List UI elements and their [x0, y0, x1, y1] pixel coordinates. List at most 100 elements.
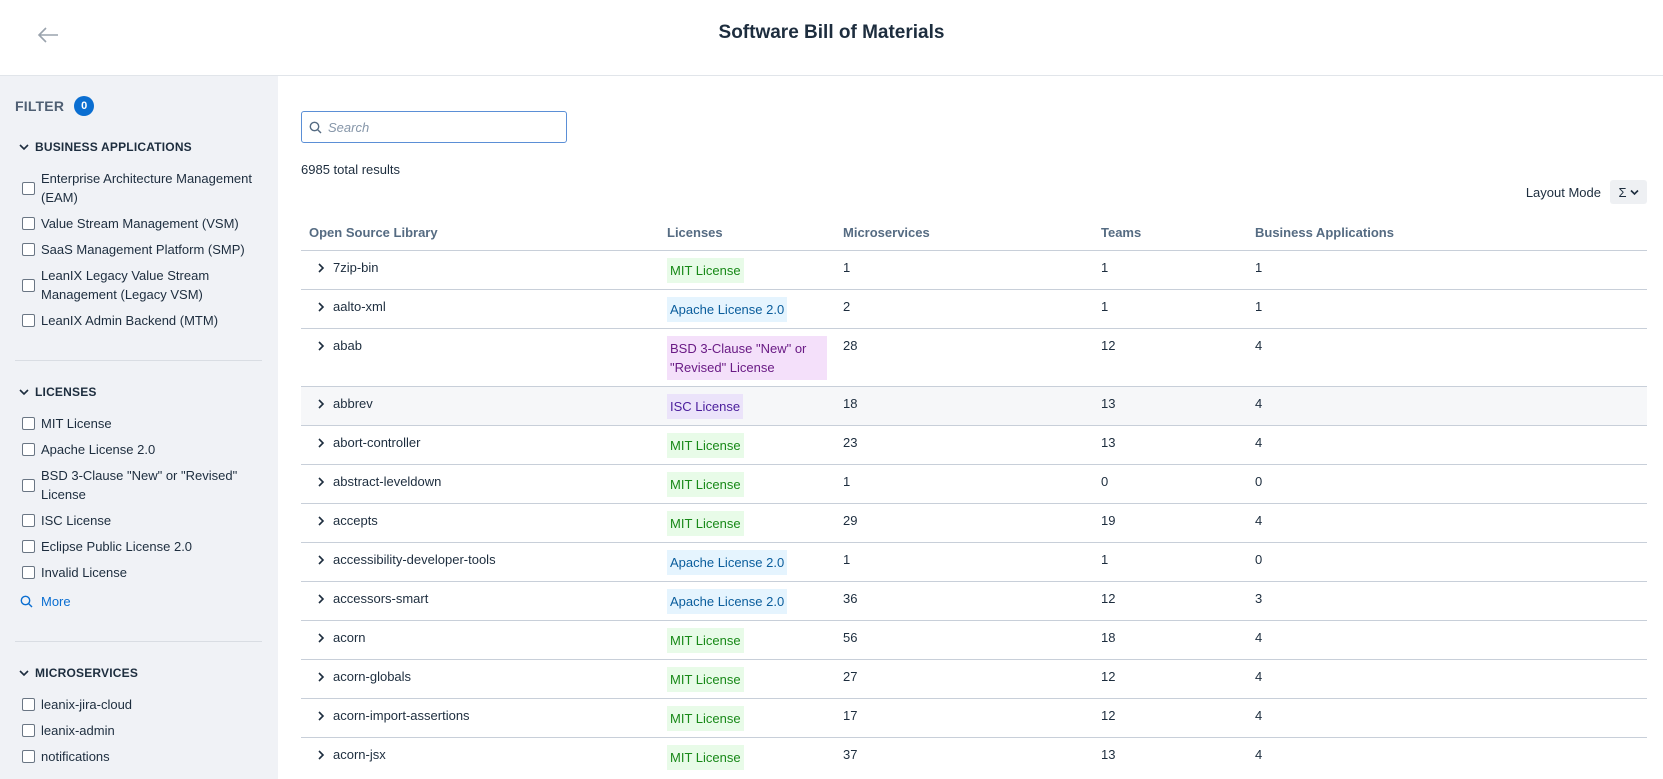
chevron-right-icon[interactable]: [315, 671, 327, 683]
table-row[interactable]: acorn-jsx MIT License 37 13 4: [301, 737, 1647, 776]
checkbox[interactable]: [22, 243, 35, 256]
chevron-right-icon[interactable]: [315, 593, 327, 605]
license-cell: MIT License: [667, 621, 843, 659]
table-row[interactable]: abstract-leveldown MIT License 1 0 0: [301, 464, 1647, 503]
chevron-right-icon[interactable]: [315, 632, 327, 644]
teams-count: 12: [1101, 591, 1116, 606]
checkbox[interactable]: [22, 540, 35, 553]
filter-option[interactable]: LeanIX Admin Backend (MTM): [0, 311, 278, 330]
filter-option[interactable]: BSD 3-Clause "New" or "Revised" License: [0, 466, 278, 504]
library-cell[interactable]: abab: [301, 329, 667, 386]
library-cell[interactable]: acorn-jsx: [301, 738, 667, 776]
library-cell[interactable]: acorn-globals: [301, 660, 667, 698]
filter-option-label: LeanIX Legacy Value Stream Management (L…: [41, 268, 210, 302]
checkbox[interactable]: [22, 750, 35, 763]
column-header-teams[interactable]: Teams: [1101, 225, 1255, 240]
chevron-right-icon[interactable]: [315, 437, 327, 449]
chevron-right-icon[interactable]: [315, 710, 327, 722]
checkbox[interactable]: [22, 181, 35, 195]
chevron-right-icon[interactable]: [315, 515, 327, 527]
filter-option[interactable]: leanix-admin: [0, 721, 278, 740]
filter-option[interactable]: Value Stream Management (VSM): [0, 214, 278, 233]
filter-option[interactable]: Enterprise Architecture Management (EAM): [0, 169, 278, 207]
checkbox[interactable]: [22, 478, 35, 492]
table-row[interactable]: 7zip-bin MIT License 1 1 1: [301, 250, 1647, 289]
checkbox[interactable]: [22, 217, 35, 230]
library-cell[interactable]: acorn-import-assertions: [301, 699, 667, 737]
library-cell[interactable]: abstract-leveldown: [301, 465, 667, 503]
search-input[interactable]: [328, 119, 548, 135]
filter-option[interactable]: leanix-jira-cloud: [0, 695, 278, 714]
library-cell[interactable]: aalto-xml: [301, 290, 667, 328]
business-applications-count: 4: [1255, 669, 1263, 684]
table-row[interactable]: accessibility-developer-tools Apache Lice…: [301, 542, 1647, 581]
filter-option[interactable]: MIT License: [0, 414, 278, 433]
section-title: LICENSES: [35, 385, 97, 399]
main-content: 6985 total results Layout Mode Σ Open So…: [278, 76, 1663, 779]
filter-option-label: Invalid License: [41, 565, 127, 580]
table-row[interactable]: aalto-xml Apache License 2.0 2 1 1: [301, 289, 1647, 328]
checkbox[interactable]: [22, 514, 35, 527]
library-cell[interactable]: acorn: [301, 621, 667, 659]
filter-option[interactable]: Invalid License: [0, 563, 278, 582]
library-cell[interactable]: abbrev: [301, 387, 667, 425]
filter-option[interactable]: Apache License 2.0: [0, 440, 278, 459]
chevron-right-icon[interactable]: [315, 340, 327, 352]
teams-count: 13: [1101, 747, 1116, 762]
checkbox[interactable]: [22, 278, 35, 292]
chevron-right-icon[interactable]: [315, 749, 327, 761]
table-row[interactable]: acorn-globals MIT License 27 12 4: [301, 659, 1647, 698]
filter-option[interactable]: Eclipse Public License 2.0: [0, 537, 278, 556]
filter-sidebar: FILTER 0 BUSINESS APPLICATIONS Enterpris…: [0, 76, 278, 779]
table-row[interactable]: acorn-import-assertions MIT License 17 12 4: [301, 698, 1647, 737]
section-toggle-licenses[interactable]: LICENSES: [0, 382, 278, 402]
checkbox[interactable]: [22, 443, 35, 456]
library-cell[interactable]: accessibility-developer-tools: [301, 543, 667, 581]
library-cell[interactable]: accepts: [301, 504, 667, 542]
license-cell: BSD 3-Clause "New" or "Revised" License: [667, 329, 843, 386]
filter-header: FILTER 0: [15, 96, 95, 116]
business-applications-count: 4: [1255, 747, 1263, 762]
library-cell[interactable]: 7zip-bin: [301, 251, 667, 289]
chevron-right-icon[interactable]: [315, 301, 327, 313]
checkbox[interactable]: [22, 566, 35, 579]
section-toggle-microservices[interactable]: MICROSERVICES: [0, 663, 278, 683]
filter-option-label: MIT License: [41, 416, 112, 431]
library-cell[interactable]: accessors-smart: [301, 582, 667, 620]
checkbox[interactable]: [22, 724, 35, 737]
checkbox[interactable]: [22, 698, 35, 711]
chevron-right-icon[interactable]: [315, 554, 327, 566]
layout-mode-dropdown[interactable]: Σ: [1610, 180, 1647, 204]
more-licenses-link[interactable]: More: [0, 594, 278, 609]
filter-option[interactable]: SaaS Management Platform (SMP): [0, 240, 278, 259]
filter-option-label: Eclipse Public License 2.0: [41, 539, 193, 554]
table-row[interactable]: abort-controller MIT License 23 13 4: [301, 425, 1647, 464]
teams-count: 12: [1101, 669, 1116, 684]
chevron-right-icon[interactable]: [315, 262, 327, 274]
table-row[interactable]: abab BSD 3-Clause "New" or "Revised" Lice…: [301, 328, 1647, 386]
chevron-down-icon: [19, 144, 29, 151]
business-applications-count: 0: [1255, 552, 1263, 567]
more-link-label: More: [41, 594, 71, 609]
microservices-count: 28: [843, 338, 858, 353]
library-cell[interactable]: abort-controller: [301, 426, 667, 464]
table-row[interactable]: abbrev ISC License 18 13 4: [301, 386, 1647, 425]
search-box[interactable]: [301, 111, 567, 143]
column-header-microservices[interactable]: Microservices: [843, 225, 1101, 240]
table-row[interactable]: accepts MIT License 29 19 4: [301, 503, 1647, 542]
filter-option[interactable]: LeanIX Legacy Value Stream Management (L…: [0, 266, 278, 304]
table-row[interactable]: accessors-smart Apache License 2.0 36 12 3: [301, 581, 1647, 620]
column-header-business-applications[interactable]: Business Applications: [1255, 225, 1647, 240]
section-toggle-business-applications[interactable]: BUSINESS APPLICATIONS: [0, 137, 278, 157]
filter-option[interactable]: notifications: [0, 747, 278, 766]
filter-option[interactable]: ISC License: [0, 511, 278, 530]
checkbox[interactable]: [22, 314, 35, 327]
checkbox[interactable]: [22, 417, 35, 430]
column-header-licenses[interactable]: Licenses: [667, 218, 843, 246]
business-applications-count: 4: [1255, 435, 1263, 450]
column-header-library[interactable]: Open Source Library: [301, 225, 667, 240]
chevron-right-icon[interactable]: [315, 476, 327, 488]
table-row[interactable]: acorn MIT License 56 18 4: [301, 620, 1647, 659]
chevron-right-icon[interactable]: [315, 398, 327, 410]
license-tag: Apache License 2.0: [667, 297, 788, 322]
